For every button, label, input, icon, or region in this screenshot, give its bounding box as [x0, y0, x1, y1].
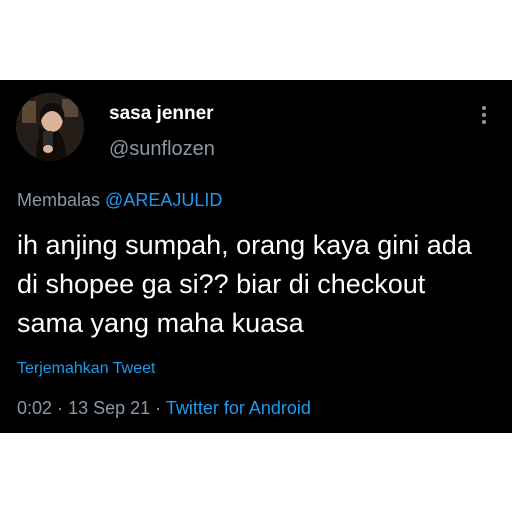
- tweet-card: sasa jenner @sunflozen Membalas @AREAJUL…: [0, 80, 512, 433]
- tweet-source-link[interactable]: Twitter for Android: [166, 398, 311, 418]
- reply-mention-link[interactable]: @AREAJULID: [105, 190, 222, 210]
- reply-context: Membalas @AREAJULID: [17, 188, 222, 212]
- display-name[interactable]: sasa jenner: [109, 102, 214, 126]
- tweet-metadata: 0:02 · 13 Sep 21 · Twitter for Android: [17, 396, 311, 420]
- tweet-time: 0:02: [17, 398, 53, 418]
- avatar[interactable]: [16, 93, 84, 161]
- user-handle[interactable]: @sunflozen: [109, 137, 215, 161]
- avatar-photo: [16, 93, 84, 161]
- meta-separator: ·: [57, 398, 64, 418]
- tweet-text: ih anjing sumpah, orang kaya gini ada di…: [17, 230, 472, 338]
- tweet-date: 13 Sep 21: [68, 398, 151, 418]
- more-vertical-icon[interactable]: [474, 104, 494, 126]
- reply-prefix: Membalas: [17, 190, 101, 210]
- translate-tweet-link[interactable]: Terjemahkan Tweet: [17, 359, 155, 379]
- meta-separator: ·: [155, 398, 162, 418]
